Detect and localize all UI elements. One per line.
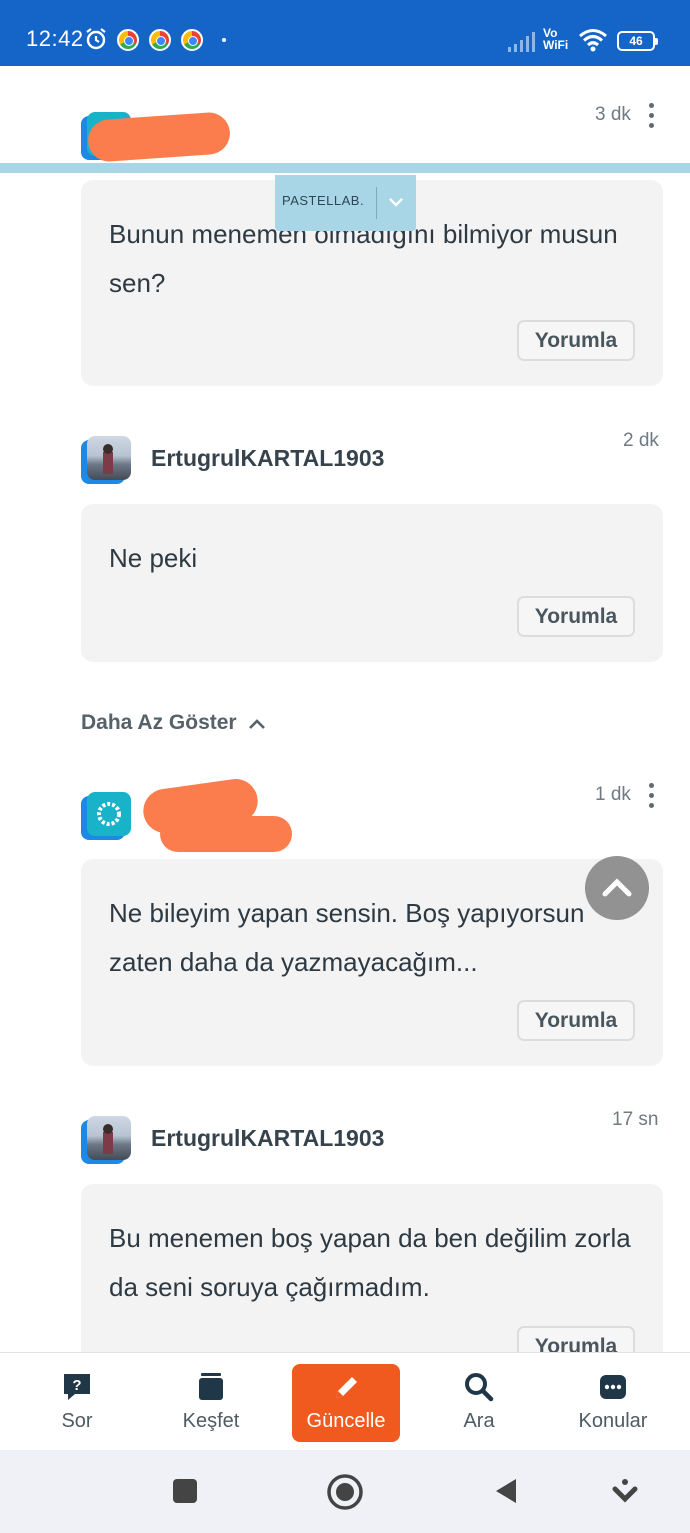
- comment-time: 17 sn: [612, 1109, 659, 1130]
- ad-brand-label: PASTELLAB.: [282, 193, 365, 208]
- notification-dot: [222, 38, 226, 42]
- chrome-icon: [117, 29, 139, 51]
- scroll-to-top-button[interactable]: [585, 856, 649, 920]
- reply-button[interactable]: Yorumla: [517, 1326, 635, 1352]
- user-avatar[interactable]: [81, 436, 131, 486]
- question-icon: ?: [64, 1374, 90, 1400]
- ad-banner-bar: [0, 163, 690, 173]
- comment-bubble: Bu menemen boş yapan da ben değilim zorl…: [81, 1184, 663, 1352]
- svg-text:?: ?: [72, 1377, 81, 1394]
- chevron-up-icon: [602, 878, 632, 897]
- show-less-link[interactable]: Daha Az Göster: [81, 711, 237, 735]
- pencil-icon: [336, 1377, 357, 1398]
- nav-guncelle[interactable]: Güncelle: [292, 1364, 400, 1442]
- nav-kesfet[interactable]: Keşfet: [156, 1353, 266, 1451]
- user-avatar[interactable]: [81, 792, 131, 842]
- nav-sor[interactable]: ? Sor: [22, 1353, 132, 1451]
- chrome-icon: [181, 29, 203, 51]
- status-time: 12:42: [26, 26, 84, 51]
- alarm-icon: [86, 28, 106, 50]
- comment-time: 3 dk: [595, 104, 631, 125]
- assistant-arrow-icon[interactable]: [610, 1476, 640, 1506]
- chevron-down-icon[interactable]: [385, 191, 407, 213]
- wifi-icon: [579, 29, 607, 52]
- chevron-up-icon[interactable]: [247, 716, 267, 732]
- comment-bubble: Ne peki Yorumla: [81, 504, 663, 662]
- more-options-icon[interactable]: [645, 783, 657, 809]
- reply-button[interactable]: Yorumla: [517, 320, 635, 361]
- signal-icon: [508, 32, 535, 52]
- vowifi-indicator: Vo WiFi: [543, 26, 569, 52]
- comment-text: Ne peki: [109, 543, 198, 573]
- chrome-icon: [149, 29, 171, 51]
- stack-icon: [199, 1373, 223, 1400]
- home-icon[interactable]: [326, 1473, 364, 1511]
- battery-icon: 46: [617, 31, 658, 51]
- comments-feed[interactable]: 3 dk Bunun menemen olmadığını bilmiyor m…: [0, 66, 690, 1352]
- recent-apps-icon[interactable]: [170, 1476, 200, 1506]
- bottom-navigation: ? Sor Keşfet Güncelle Ara Konular: [0, 1352, 690, 1450]
- comment-time: 2 dk: [623, 430, 659, 451]
- reply-button[interactable]: Yorumla: [517, 1000, 635, 1041]
- comment-username[interactable]: ErtugrulKARTAL1903: [151, 1125, 384, 1152]
- comment-time: 1 dk: [595, 784, 631, 805]
- chat-bubble-icon: [600, 1375, 626, 1399]
- comment-bubble: Ne bileyim yapan sensin. Boş yapıyorsun …: [81, 859, 663, 1066]
- ad-collapse-tab[interactable]: PASTELLAB.: [275, 175, 416, 231]
- user-avatar[interactable]: [81, 1116, 131, 1166]
- comment-text: Ne bileyim yapan sensin. Boş yapıyorsun …: [109, 898, 585, 977]
- back-icon[interactable]: [492, 1476, 522, 1506]
- status-bar: 12:42 Vo WiFi 46: [0, 0, 690, 66]
- comment-username[interactable]: ErtugrulKARTAL1903: [151, 445, 384, 472]
- nav-konular[interactable]: Konular: [558, 1353, 668, 1451]
- comment-text: Bu menemen boş yapan da ben değilim zorl…: [109, 1223, 631, 1302]
- search-icon: [465, 1373, 494, 1402]
- reply-button[interactable]: Yorumla: [517, 596, 635, 637]
- redacted-username: [86, 111, 232, 163]
- system-navigation-bar: [0, 1450, 690, 1533]
- nav-ara[interactable]: Ara: [424, 1353, 534, 1451]
- more-options-icon[interactable]: [645, 103, 657, 129]
